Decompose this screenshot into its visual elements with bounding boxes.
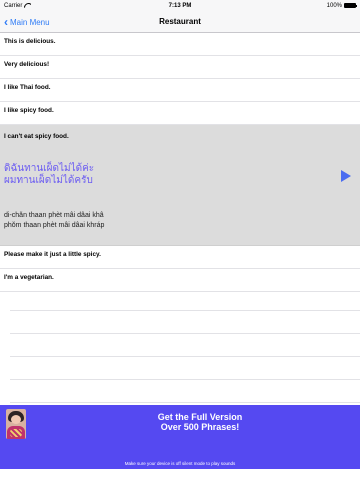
phrase-row[interactable]: I like spicy food. [0, 102, 360, 125]
banner-footnote: Make sure your device is off silent mode… [124, 461, 236, 466]
status-right: 100% [326, 2, 357, 9]
phrase-label: I like Thai food. [4, 84, 51, 91]
battery-icon [344, 3, 357, 8]
avatar-face [11, 415, 21, 424]
play-icon[interactable] [341, 170, 351, 182]
thai-line-male: ผมทานเผ็ดไม่ได้ครับ [4, 175, 93, 186]
phrase-row[interactable]: Very delicious! [0, 56, 360, 79]
transliteration-line-male: phŏm thaan phèt mâi dâai khráp [4, 222, 105, 229]
thai-line-female: ดิฉันทานเผ็ดไม่ได้ค่ะ [4, 163, 95, 174]
row-separator [10, 379, 360, 380]
transliteration: di-chăn thaan phèt mâi dâai khâ phŏm tha… [4, 211, 104, 231]
banner-line-2: Over 500 Phrases! [160, 422, 240, 432]
banner-line-1: Get the Full Version [157, 412, 243, 422]
thai-translation: ดิฉันทานเผ็ดไม่ได้ค่ะ ผมทานเผ็ดไม่ได้ครั… [4, 163, 94, 187]
phrase-label: Please make it just a little spicy. [4, 251, 101, 258]
phrase-row[interactable]: I like Thai food. [0, 79, 360, 102]
phrase-row[interactable]: Please make it just a little spicy. [0, 246, 360, 269]
page-title: Restaurant [159, 17, 201, 26]
transliteration-line-female: di-chăn thaan phèt mâi dâai khâ [4, 212, 104, 219]
phrase-label: This is delicious. [4, 38, 56, 45]
phrase-label: I'm a vegetarian. [4, 274, 54, 281]
row-separator [10, 310, 360, 311]
status-time: 7:13 PM [168, 2, 192, 9]
thai-woman-avatar [6, 409, 26, 439]
battery-percent: 100% [326, 2, 342, 9]
banner-headline: Get the Full Version Over 500 Phrases! [40, 412, 360, 432]
row-separator [10, 356, 360, 357]
phrase-row[interactable]: This is delicious. [0, 33, 360, 56]
status-left: Carrier [4, 3, 31, 9]
phrase-label: Very delicious! [4, 61, 50, 68]
row-separator [10, 402, 360, 403]
upgrade-banner[interactable]: Get the Full Version Over 500 Phrases! M… [0, 405, 360, 469]
selected-phrase-row[interactable]: I can't eat spicy food. ดิฉันทานเผ็ดไม่ไ… [0, 125, 360, 246]
status-bar: Carrier 7:13 PM 100% [0, 0, 360, 11]
carrier-label: Carrier [4, 2, 23, 9]
row-separator [10, 333, 360, 334]
empty-list-area [0, 288, 360, 405]
phrase-list: This is delicious. Very delicious! I lik… [0, 33, 360, 292]
selected-phrase-english: I can't eat spicy food. [4, 133, 69, 140]
wifi-icon [24, 3, 31, 8]
avatar-dress-pattern [10, 429, 22, 437]
navigation-bar: ‹ Main Menu Restaurant [0, 11, 360, 33]
phrase-label: I like spicy food. [4, 107, 54, 114]
